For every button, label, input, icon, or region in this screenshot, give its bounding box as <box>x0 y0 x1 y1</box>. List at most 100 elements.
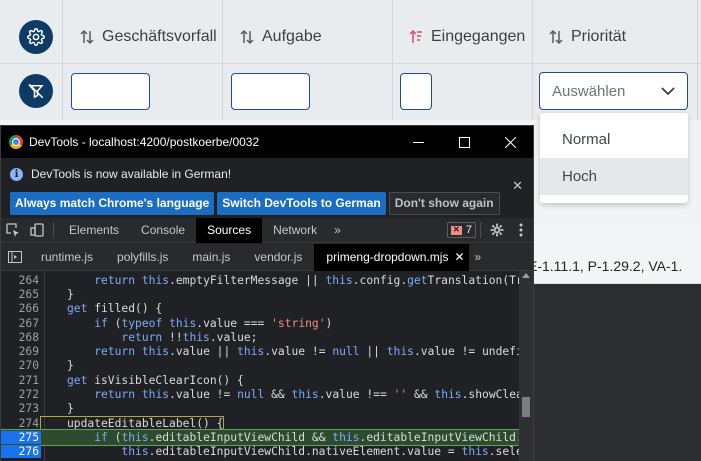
minimize-button[interactable] <box>395 126 441 158</box>
inspect-element-button[interactable] <box>1 218 25 243</box>
file-tab-vendor[interactable]: vendor.js <box>242 244 314 271</box>
settings-button[interactable] <box>485 218 509 243</box>
line-number[interactable]: 276 <box>1 445 41 459</box>
clear-filter-button[interactable] <box>19 74 53 108</box>
close-infobar-icon[interactable]: ✕ <box>512 178 523 194</box>
window-controls <box>395 126 533 158</box>
infobar-message: DevTools is now available in German! <box>31 167 232 181</box>
maximize-button[interactable] <box>441 126 487 158</box>
filter-input-geschaeftsvorfall[interactable] <box>71 73 150 110</box>
version-text: E-1.11.1, P-1.29.2, VA-1. <box>528 258 683 274</box>
line-number[interactable]: 274 <box>1 417 41 430</box>
info-icon: i <box>10 167 23 181</box>
column-label: Aufgabe <box>262 28 322 45</box>
column-header-prioritaet[interactable]: Priorität <box>549 28 626 46</box>
line-number[interactable]: 273 <box>1 402 41 415</box>
device-icon <box>30 223 44 237</box>
chevron-down-icon <box>661 87 675 96</box>
tab-elements[interactable]: Elements <box>58 218 130 243</box>
line-number[interactable]: 264 <box>1 274 41 287</box>
sort-icon <box>240 29 254 45</box>
code-line: 266 get filled() { <box>1 302 519 316</box>
switch-german-button[interactable]: Switch DevTools to German <box>217 191 386 215</box>
language-infobar: i DevTools is now available in German! ✕ <box>1 158 533 193</box>
more-tabs-button[interactable]: » <box>328 218 347 243</box>
file-tab-polyfills[interactable]: polyfills.js <box>105 244 180 271</box>
sidebar-toggle-icon <box>8 251 22 263</box>
close-window-button[interactable] <box>487 126 533 158</box>
column-divider <box>392 0 393 120</box>
line-number[interactable]: 272 <box>1 388 41 401</box>
error-count-badge[interactable]: ✕ 7 <box>446 222 476 238</box>
editor-scrollbar[interactable] <box>519 271 533 461</box>
code-text: return this.emptyFilterMessage || this.c… <box>94 273 519 287</box>
sort-icon <box>80 29 94 45</box>
code-line: 273} <box>1 402 519 416</box>
line-number[interactable]: 265 <box>1 288 41 301</box>
scroll-up-arrow-icon[interactable] <box>522 273 530 278</box>
dropdown-option-normal[interactable]: Normal <box>540 121 688 158</box>
toolbar-separator <box>53 222 54 238</box>
code-text: } <box>67 402 74 416</box>
code-text: return this.value != null && this.value … <box>94 388 519 402</box>
file-tab-runtime[interactable]: runtime.js <box>29 244 105 271</box>
match-language-button[interactable]: Always match Chrome's language <box>10 191 215 215</box>
code-text: return !!this.value; <box>121 330 258 344</box>
column-divider <box>532 0 533 120</box>
line-number[interactable]: 266 <box>1 302 41 315</box>
code-line: 269 return this.value || this.value != n… <box>1 345 519 359</box>
column-divider <box>222 0 223 120</box>
code-text: this.editableInputViewChild.nativeElemen… <box>121 445 519 459</box>
code-text: updateEditableLabel() { <box>39 415 225 431</box>
column-label: Eingegangen <box>431 28 526 45</box>
code-text: } <box>67 359 74 373</box>
devtools-titlebar[interactable]: DevTools - localhost:4200/postkoerbe/003… <box>1 126 533 158</box>
line-number[interactable]: 269 <box>1 345 41 358</box>
tab-console[interactable]: Console <box>130 218 196 243</box>
toggle-navigator-button[interactable] <box>1 245 29 270</box>
tab-sources[interactable]: Sources <box>196 217 263 243</box>
close-icon <box>504 136 516 148</box>
code-text: get isVisibleClearIcon() { <box>67 373 244 387</box>
tab-network[interactable]: Network <box>262 218 328 243</box>
code-line: 268 return !!this.value; <box>1 330 519 344</box>
filter-input-eingegangen[interactable] <box>400 73 432 110</box>
column-header-geschaeftsvorfall[interactable]: Geschäftsvorfall <box>80 28 217 46</box>
code-line: 272 return this.value != null && this.va… <box>1 387 519 401</box>
line-number[interactable]: 267 <box>1 317 41 330</box>
gear-icon <box>490 223 504 237</box>
line-number[interactable]: 271 <box>1 374 41 387</box>
more-options-button[interactable] <box>509 218 533 243</box>
code-line: 267 if (typeof this.value === 'string') <box>1 316 519 330</box>
code-text: if (typeof this.value === 'string') <box>94 316 333 330</box>
devtools-main-toolbar: Elements Console Sources Network » ✕ 7 <box>1 217 533 243</box>
toolbar-separator <box>480 222 481 238</box>
file-tab-primeng-dropdown[interactable]: primeng-dropdown.mjs ✕ <box>314 243 469 271</box>
code-editor[interactable]: 264 return this.emptyFilterMessage || th… <box>1 271 533 461</box>
inspect-icon <box>6 223 19 237</box>
code-line: 274 updateEditableLabel() { <box>1 415 519 431</box>
line-number[interactable]: 268 <box>1 331 41 344</box>
gear-icon <box>27 28 45 46</box>
code-text: return this.value || this.value != null … <box>94 345 519 359</box>
close-file-icon[interactable]: ✕ <box>454 250 464 264</box>
device-toolbar-button[interactable] <box>25 218 49 243</box>
dont-show-again-button[interactable]: Don't show again <box>388 191 500 215</box>
column-header-eingegangen[interactable]: Eingegangen <box>409 28 525 46</box>
dropdown-option-hoch[interactable]: Hoch <box>540 158 688 195</box>
scrollbar-thumb[interactable] <box>522 397 530 417</box>
sort-icon <box>549 29 563 45</box>
dropdown-panel: Normal Hoch <box>540 113 688 203</box>
more-files-button[interactable]: » <box>469 244 488 271</box>
line-number[interactable]: 275 <box>1 430 41 444</box>
error-count: 7 <box>465 224 472 236</box>
priority-dropdown[interactable]: Auswählen <box>539 72 688 110</box>
line-number[interactable]: 270 <box>1 359 41 372</box>
file-tab-main[interactable]: main.js <box>180 244 242 271</box>
code-line: 270} <box>1 359 519 373</box>
filter-input-aufgabe[interactable] <box>231 73 310 110</box>
dropdown-placeholder: Auswählen <box>552 82 626 100</box>
code-text: get filled() { <box>67 302 163 316</box>
column-header-aufgabe[interactable]: Aufgabe <box>240 28 322 46</box>
column-settings-button[interactable] <box>19 20 53 54</box>
